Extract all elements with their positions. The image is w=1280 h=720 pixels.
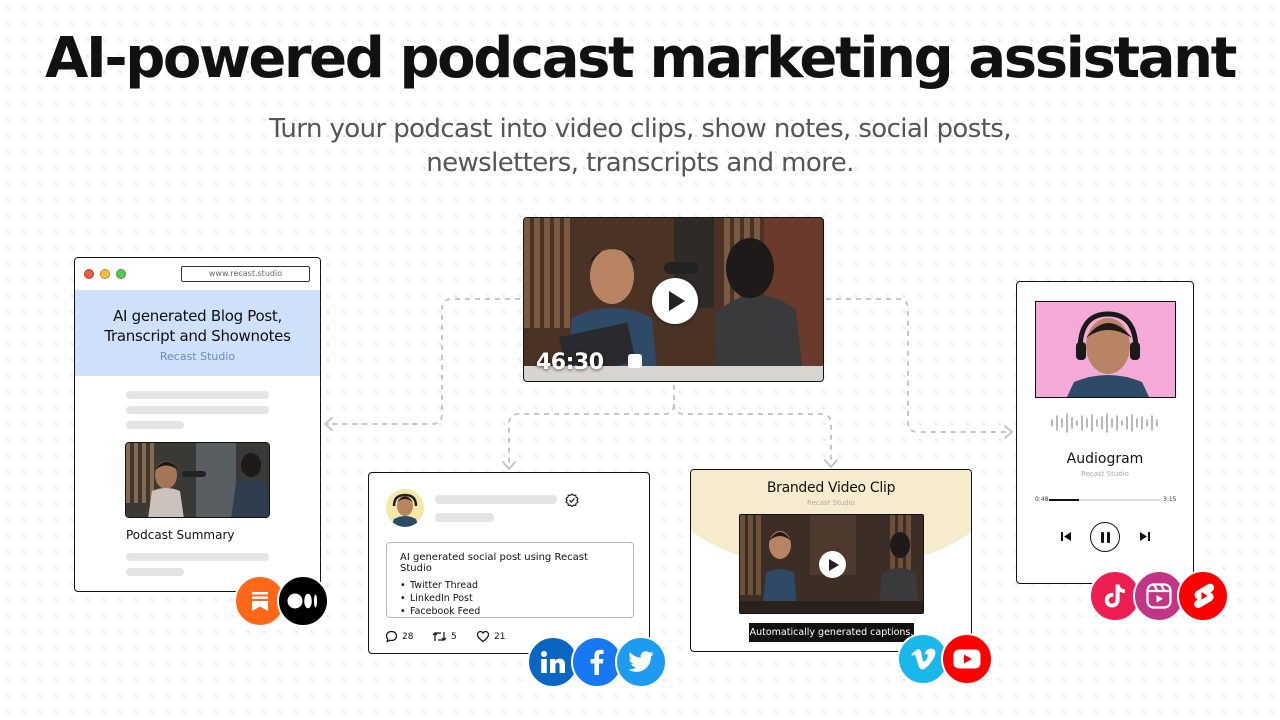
youtube-badge[interactable] (941, 633, 993, 685)
post-heading: AI generated social post using Recast St… (400, 552, 588, 574)
retweet-button[interactable]: 5 (432, 630, 457, 643)
text-placeholder (126, 391, 269, 399)
play-button[interactable] (652, 278, 698, 324)
connector-to-blog (326, 298, 520, 425)
handle-placeholder (435, 513, 494, 522)
text-placeholder (126, 421, 184, 429)
auto-caption: Automatically generated captions. (749, 623, 914, 642)
tiktok-icon (1104, 584, 1125, 608)
branded-clip-card: Branded Video Clip Recast Studio Automat… (690, 469, 972, 652)
blog-title-line-2: Transcript and Shownotes (104, 327, 291, 345)
clip-title: Branded Video Clip (766, 480, 896, 496)
connector-to-audiogram (826, 298, 1010, 433)
comment-icon (385, 630, 398, 643)
blog-hero: AI generated Blog Post, Transcript and S… (75, 290, 320, 376)
comment-count: 28 (402, 631, 414, 642)
post-content: AI generated social post using Recast St… (386, 542, 634, 618)
arrow-to-audiogram (1004, 425, 1014, 439)
clip-brand: Recast Studio (807, 499, 855, 507)
progress-track[interactable] (1049, 499, 1161, 501)
pause-icon-bar (1106, 531, 1110, 543)
progress-fill (1049, 499, 1080, 501)
verified-badge-icon (565, 493, 579, 507)
like-count: 21 (494, 631, 506, 642)
waveform-icon (1051, 413, 1158, 433)
youtube-shorts-badge[interactable] (1177, 570, 1229, 622)
skip-forward-icon[interactable] (1139, 531, 1151, 542)
post-list: Twitter Thread LinkedIn Post Facebook Fe… (400, 579, 620, 618)
video-timecode: 46:30 (536, 350, 604, 375)
clip-play-button[interactable] (819, 551, 846, 578)
maximize-window-dot[interactable] (116, 269, 126, 279)
blog-brand: Recast Studio (159, 350, 236, 363)
audiogram-brand: Recast Studio (1081, 470, 1129, 478)
host-portrait-image (1036, 302, 1175, 397)
arrow-to-social (502, 461, 516, 471)
substack-icon (252, 592, 268, 611)
arrow-to-clip (824, 459, 838, 469)
heart-icon (476, 630, 490, 643)
podcast-summary-label: Podcast Summary (126, 528, 235, 542)
audiogram-title: Audiogram (1066, 451, 1144, 467)
audiogram-card: Audiogram Recast Studio 0:48 3:15 (1016, 281, 1194, 584)
retweet-count: 5 (451, 631, 457, 642)
play-icon (669, 291, 685, 311)
username-placeholder (435, 495, 557, 504)
list-item: Facebook Feed (400, 605, 620, 618)
text-placeholder (126, 406, 269, 414)
connector-to-clip (673, 403, 832, 464)
list-item: Twitter Thread (400, 579, 620, 592)
linkedin-icon (541, 651, 565, 673)
minimize-window-dot[interactable] (100, 269, 110, 279)
retweet-icon (432, 632, 447, 641)
twitter-icon (628, 651, 654, 672)
pause-button[interactable] (1090, 522, 1120, 552)
skip-back-icon[interactable] (1060, 531, 1072, 542)
youtube-shorts-icon (1194, 583, 1214, 608)
podcast-video-player[interactable]: 46:30 (523, 217, 824, 382)
host-avatar-image (386, 489, 424, 527)
medium-badge[interactable] (277, 575, 329, 627)
arrow-to-blog (323, 417, 333, 431)
twitter-badge[interactable] (615, 636, 667, 688)
blog-post-window: www.recast.studio AI generated Blog Post… (74, 257, 321, 592)
instagram-reels-icon (1146, 583, 1172, 609)
vimeo-icon (911, 648, 936, 670)
social-post-card: AI generated social post using Recast St… (368, 472, 650, 654)
like-button[interactable]: 21 (476, 630, 505, 643)
pause-icon-bar (1100, 531, 1104, 543)
audiogram-photo (1035, 301, 1176, 398)
facebook-icon (590, 649, 604, 675)
browser-toolbar: www.recast.studio (75, 258, 320, 290)
comment-button[interactable]: 28 (385, 630, 413, 643)
blog-title-line-1: AI generated Blog Post, (113, 307, 282, 325)
list-item: LinkedIn Post (400, 592, 620, 605)
avatar (386, 489, 424, 527)
close-window-dot[interactable] (84, 269, 94, 279)
text-placeholder (126, 553, 269, 561)
blog-thumbnail (125, 442, 270, 518)
current-time: 0:48 (1035, 496, 1049, 503)
studio-thumbnail-image (126, 443, 269, 517)
url-bar[interactable]: www.recast.studio (181, 266, 310, 282)
youtube-icon (953, 649, 981, 669)
medium-icon (287, 593, 317, 609)
total-time: 3:15 (1163, 496, 1177, 503)
clip-video[interactable] (739, 514, 924, 614)
text-placeholder (126, 568, 184, 576)
connector-to-social (508, 385, 675, 466)
play-icon (829, 558, 839, 571)
